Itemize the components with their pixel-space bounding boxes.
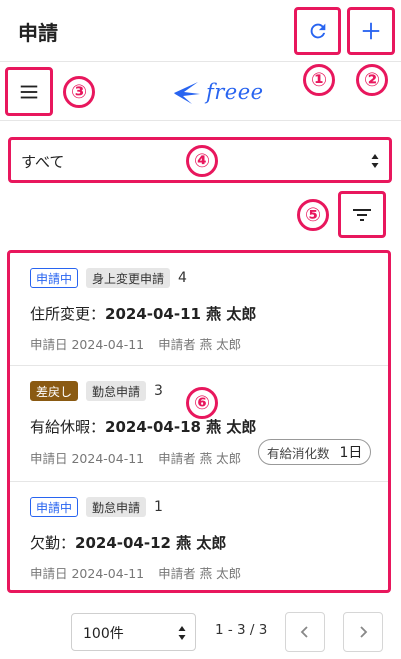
applicant: 申請者 燕 太郎 [158, 337, 242, 352]
hamburger-menu-icon [20, 85, 38, 98]
chevron-right-icon [360, 626, 368, 638]
reload-icon [310, 23, 325, 39]
freee-bird-icon [174, 82, 200, 104]
item-title: 有給休暇：2024-04-18 燕 太郎 [30, 416, 256, 437]
item-count: 3 [154, 383, 163, 399]
next-page-button[interactable] [343, 612, 383, 652]
menu-button[interactable] [5, 67, 53, 116]
reload-button[interactable] [294, 7, 341, 55]
item-tags: 申請中 勤怠申請 1 [30, 496, 163, 518]
select-caret-icon [371, 154, 379, 168]
filter-button[interactable] [338, 191, 386, 238]
paid-leave-value: 1日 [339, 445, 363, 461]
applicant: 申請者 燕 太郎 [158, 451, 242, 466]
item-kind: 住所変更： [30, 305, 106, 323]
plus-icon [362, 22, 380, 40]
filter-icon [353, 208, 371, 221]
item-count: 4 [178, 270, 187, 286]
request-list: 申請中 身上変更申請 4 住所変更：2024-04-11 燕 太郎 申請日 20… [7, 250, 391, 593]
top-bar: 申請 ① ② [0, 0, 401, 96]
applied-date: 申請日 2024-04-11 [30, 451, 145, 466]
paid-leave-badge: 有給消化数 1日 [258, 439, 372, 465]
per-page-value: 100件 [83, 626, 124, 642]
item-tags: 差戻し 勤怠申請 3 [30, 380, 163, 402]
callout-marker-3: ③ [63, 76, 95, 108]
logo-text: freee [206, 80, 264, 104]
status-badge: 申請中 [30, 268, 79, 288]
list-item[interactable]: 申請中 身上変更申請 4 住所変更：2024-04-11 燕 太郎 申請日 20… [10, 253, 388, 366]
chevron-left-icon [300, 626, 308, 638]
status-filter-value: すべて [21, 153, 65, 171]
item-title: 欠勤：2024-04-12 燕 太郎 [30, 532, 226, 553]
callout-marker-6: ⑥ [186, 387, 218, 419]
type-badge: 勤怠申請 [86, 497, 147, 517]
status-badge: 申請中 [30, 497, 79, 517]
item-meta: 申請日 2024-04-11 申請者 燕 太郎 [30, 448, 241, 467]
status-badge: 差戻し [30, 381, 79, 401]
per-page-select[interactable]: 100件 [71, 613, 196, 651]
page: 申請 ① ② ③ freee すべて ④ ⑤ 申請中 身上変更申請 4 住所変更… [0, 0, 401, 659]
paid-leave-label: 有給消化数 [267, 445, 330, 461]
applied-date: 申請日 2024-04-11 [30, 337, 145, 352]
item-kind: 欠勤： [30, 534, 76, 552]
prev-page-button[interactable] [285, 612, 325, 652]
type-badge: 身上変更申請 [86, 268, 171, 288]
list-item[interactable]: 申請中 勤怠申請 1 欠勤：2024-04-12 燕 太郎 申請日 2024-0… [10, 482, 388, 590]
brand-bar: ③ freee [0, 63, 401, 121]
item-meta: 申請日 2024-04-11 申請者 燕 太郎 [30, 334, 241, 353]
pagination-bar: 100件 1 - 3 / 3 [0, 600, 401, 659]
freee-logo: freee [172, 78, 264, 106]
callout-marker-5: ⑤ [297, 199, 329, 231]
item-tags: 申請中 身上変更申請 4 [30, 267, 187, 289]
applicant: 申請者 燕 太郎 [158, 566, 242, 581]
select-caret-icon [178, 626, 186, 640]
item-title: 住所変更：2024-04-11 燕 太郎 [30, 303, 256, 324]
type-badge: 勤怠申請 [86, 381, 147, 401]
callout-marker-4: ④ [186, 145, 218, 177]
item-title-text: 2024-04-18 燕 太郎 [105, 418, 257, 436]
item-title-text: 2024-04-11 燕 太郎 [105, 305, 257, 323]
page-range: 1 - 3 / 3 [215, 622, 268, 638]
list-item[interactable]: 差戻し 勤怠申請 3 有給休暇：2024-04-18 燕 太郎 申請日 2024… [10, 366, 388, 482]
applied-date: 申請日 2024-04-11 [30, 566, 145, 581]
item-count: 1 [154, 499, 163, 515]
add-request-button[interactable] [347, 7, 395, 55]
item-title-text: 2024-04-12 燕 太郎 [75, 534, 227, 552]
item-meta: 申請日 2024-04-11 申請者 燕 太郎 [30, 563, 241, 582]
page-title: 申請 [18, 21, 58, 45]
item-kind: 有給休暇： [30, 418, 106, 436]
